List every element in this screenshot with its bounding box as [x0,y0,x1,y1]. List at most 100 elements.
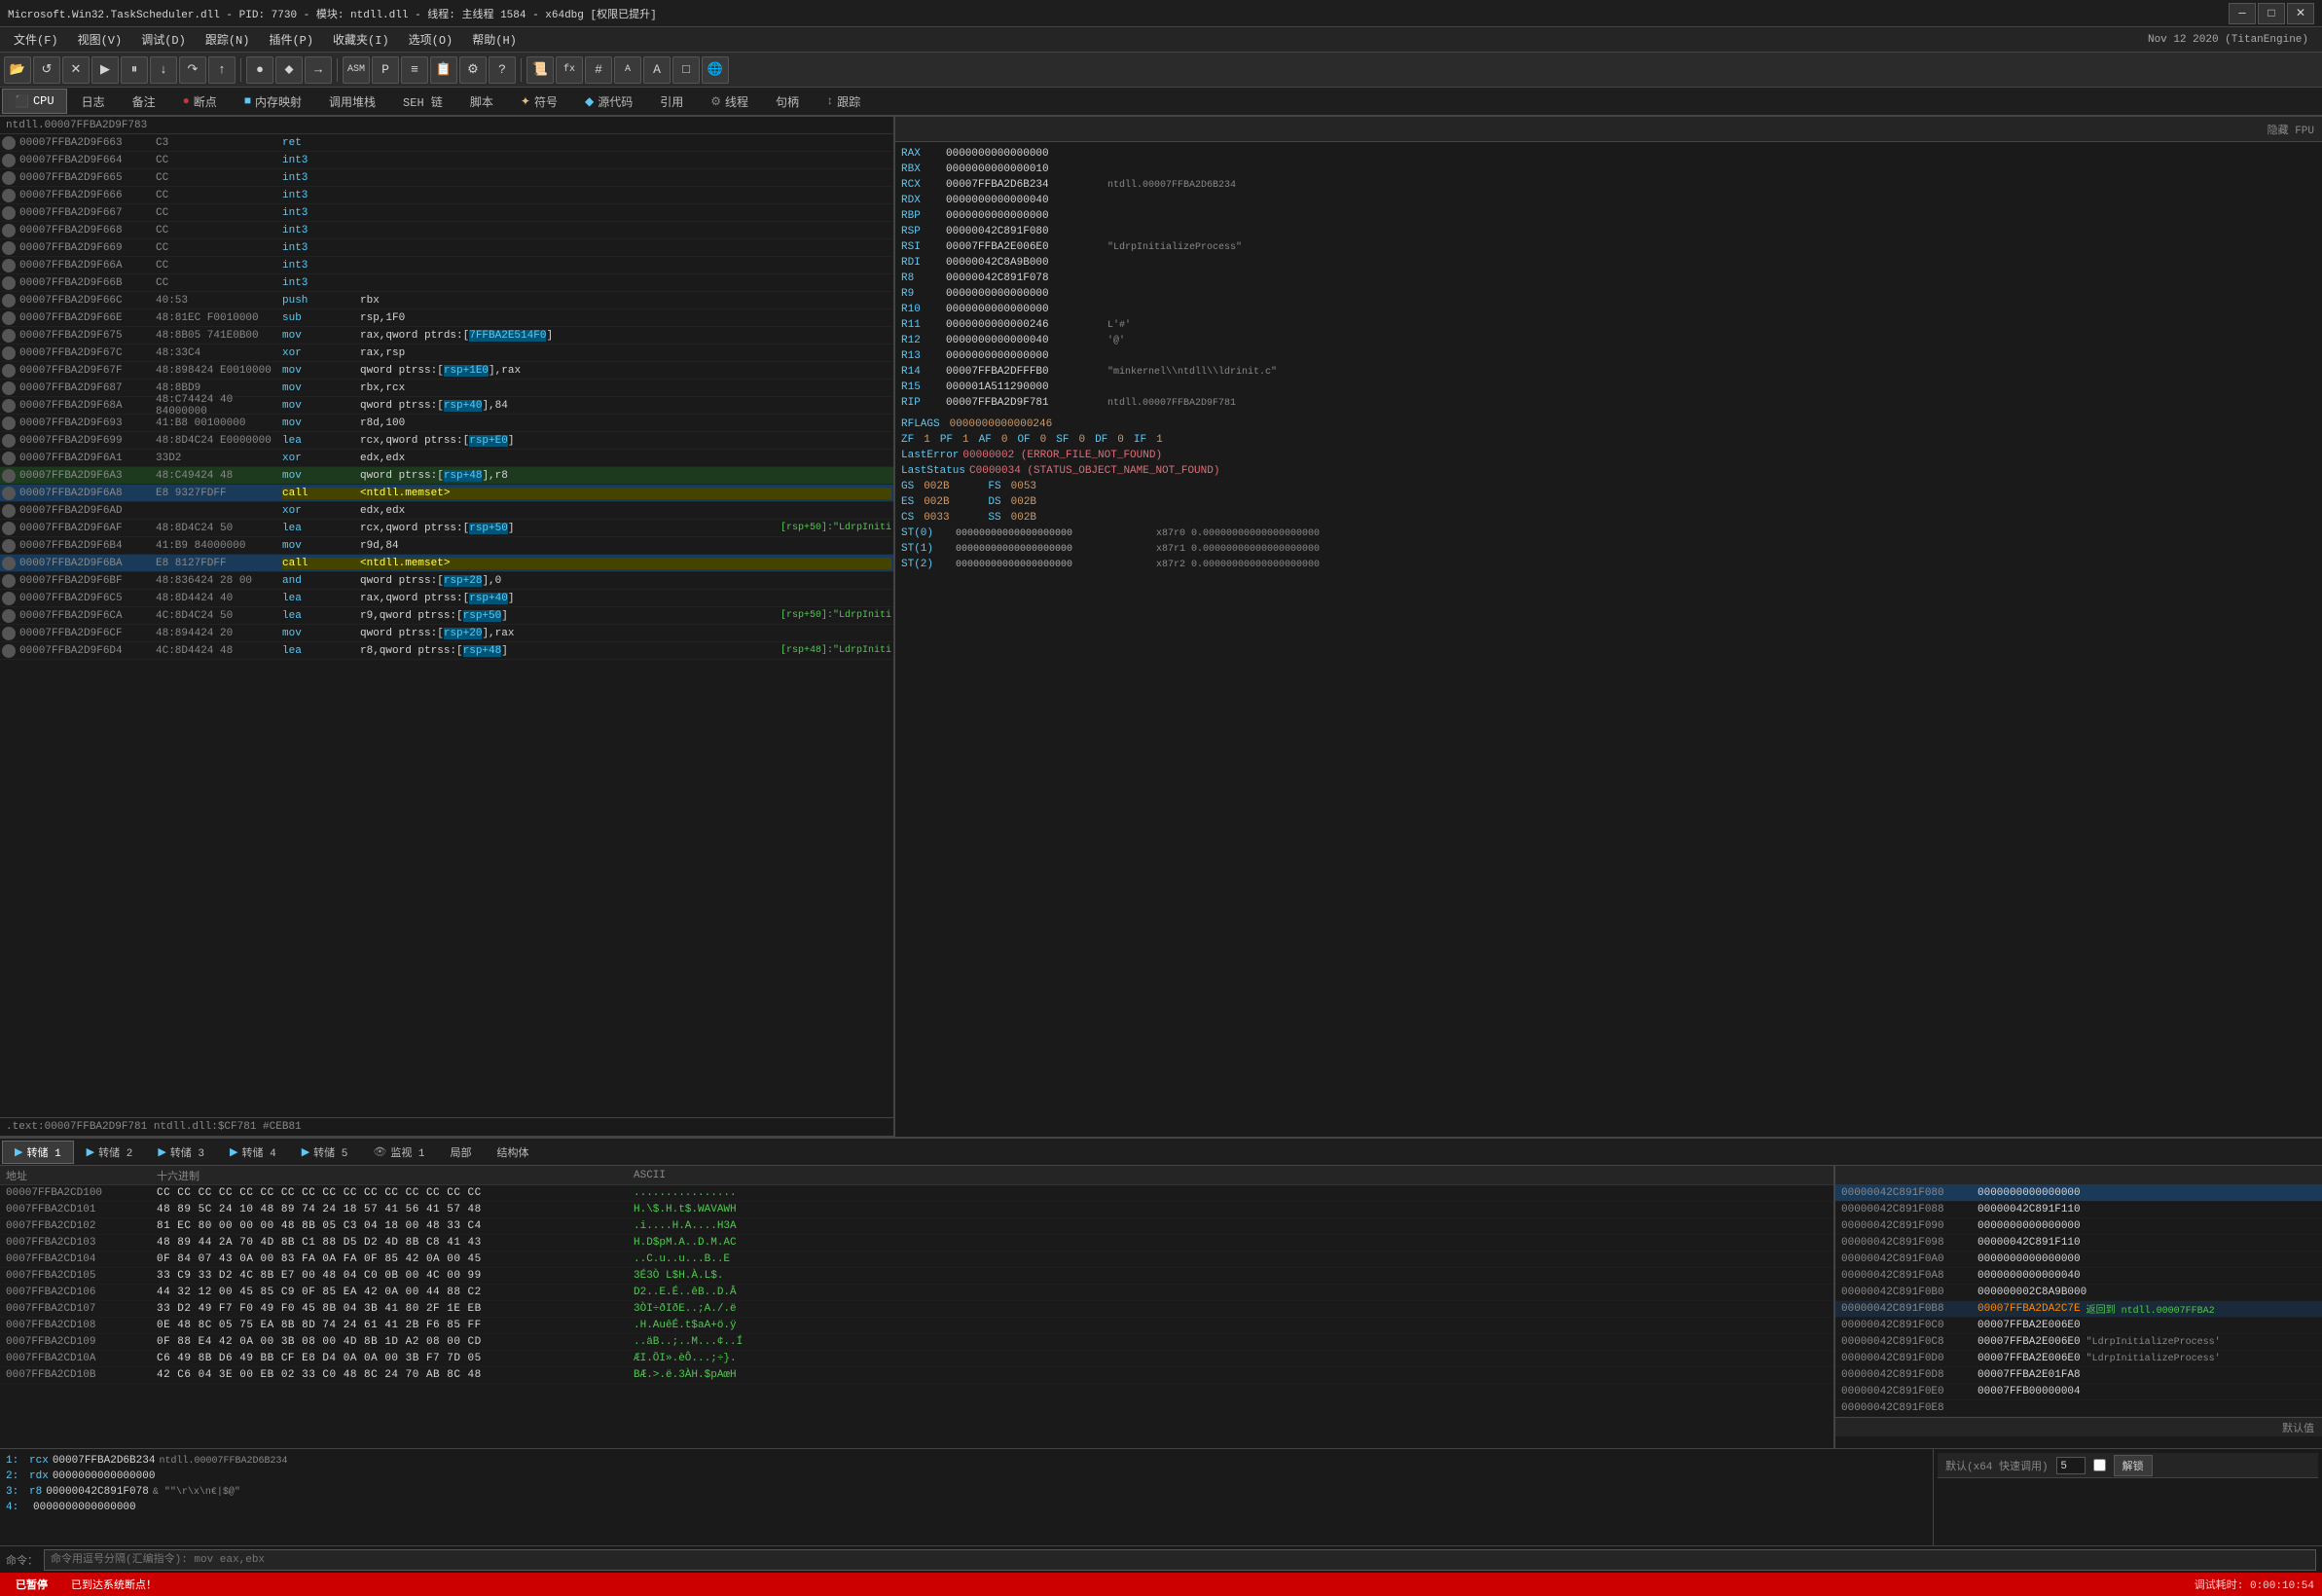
reg-row[interactable]: R120000000000000040'@' [901,333,2316,348]
hex-row[interactable]: 0007FFBA2CD10B42 C6 04 3E 00 EB 02 33 C0… [0,1367,1833,1384]
dump-tab-2[interactable]: ▶ 转储 2 [74,1141,146,1164]
reg-row[interactable]: R110000000000000246L'#' [901,317,2316,333]
menu-view[interactable]: 视图(V) [68,29,132,51]
toolbar-log[interactable]: 📋 [430,56,457,84]
disasm-row[interactable]: 00007FFBA2D9F668CCint3 [0,222,893,239]
toolbar-run[interactable]: ▶ [91,56,119,84]
mem-row[interactable]: 00000042C891F0A80000000000000040 [1835,1268,2322,1285]
toolbar-extra1[interactable]: fx [556,56,583,84]
hex-row[interactable]: 0007FFBA2CD10348 89 44 2A 70 4D 8B C1 88… [0,1235,1833,1251]
reg-row[interactable]: R1400007FFBA2DFFFB0"minkernel\\ntdll\\ld… [901,364,2316,380]
toolbar-step-over[interactable]: ↷ [179,56,206,84]
disasm-row[interactable]: 00007FFBA2D9F6CA4C:8D4C24 50lear9,qword … [0,607,893,625]
menu-trace[interactable]: 跟踪(N) [196,29,260,51]
disasm-row[interactable]: 00007FFBA2D9F69341:B8 00100000movr8d,100 [0,415,893,432]
mem-row[interactable]: 00000042C891F0B800007FFBA2DA2C7E返回到 ntdl… [1835,1301,2322,1318]
tab-references[interactable]: 引用 [647,89,696,114]
hex-row[interactable]: 0007FFBA2CD10AC6 49 8B D6 49 BB CF E8 D4… [0,1351,1833,1367]
disasm-row[interactable]: 00007FFBA2D9F664CCint3 [0,152,893,169]
mem-row[interactable]: 00000042C891F0900000000000000000 [1835,1218,2322,1235]
close-button[interactable]: ✕ [2287,3,2314,24]
dump-tab-1[interactable]: ▶ 转储 1 [2,1141,74,1164]
mem-row[interactable]: 00000042C891F08800000042C891F110 [1835,1202,2322,1218]
watch-row[interactable]: 2: rdx 0000000000000000 [6,1469,1927,1484]
mem-row[interactable]: 00000042C891F0C000007FFBA2E006E0 [1835,1318,2322,1334]
mem-row[interactable]: 00000042C891F09800000042C891F110 [1835,1235,2322,1251]
tab-bp[interactable]: ● 断点 [170,89,230,114]
mem-row[interactable]: 00000042C891F0D800007FFBA2E01FA8 [1835,1367,2322,1384]
toolbar-settings[interactable]: ⚙ [459,56,487,84]
reg-row[interactable]: RCX00007FFBA2D6B234ntdll.00007FFBA2D6B23… [901,177,2316,193]
reg-row[interactable]: RDX0000000000000040 [901,193,2316,208]
hex-row[interactable]: 0007FFBA2CD10733 D2 49 F7 F0 49 F0 45 8B… [0,1301,1833,1318]
disasm-row[interactable]: 00007FFBA2D9F66C40:53pushrbx [0,292,893,309]
watch-row[interactable]: 1: rcx 00007FFBA2D6B234 ntdll.00007FFBA2… [6,1453,1927,1469]
tab-cpu[interactable]: ⬛ CPU [2,89,67,114]
reg-row[interactable]: R100000000000000000 [901,302,2316,317]
dump-tab-5[interactable]: ▶ 转储 5 [289,1141,361,1164]
hex-row[interactable]: 0007FFBA2CD1080E 48 8C 05 75 EA 8B 8D 74… [0,1318,1833,1334]
mem-row[interactable]: 00000042C891F0B0000000002C8A9B000 [1835,1285,2322,1301]
toolbar-patch[interactable]: P [372,56,399,84]
mem-panel[interactable]: 00000042C891F080000000000000000000000042… [1835,1166,2322,1448]
mem-row[interactable]: 00000042C891F0E000007FFB00000004 [1835,1384,2322,1400]
qr-num-input[interactable] [2056,1457,2086,1474]
disasm-row[interactable]: 00007FFBA2D9F6BAE8 8127FDFFcall<ntdll.me… [0,555,893,572]
tab-threads[interactable]: ⚙ 线程 [698,89,761,114]
tab-notes[interactable]: 备注 [120,89,168,114]
toolbar-close[interactable]: ✕ [62,56,90,84]
tab-source[interactable]: ◆ 源代码 [572,89,645,114]
menu-debug[interactable]: 调试(D) [131,29,196,51]
disasm-row[interactable]: 00007FFBA2D9F6B441:B9 84000000movr9d,84 [0,537,893,555]
hex-row[interactable]: 0007FFBA2CD10148 89 5C 24 10 48 89 74 24… [0,1202,1833,1218]
disasm-row[interactable]: 00007FFBA2D9F68748:8BD9movrbx,rcx [0,380,893,397]
disasm-row[interactable]: 00007FFBA2D9F67548:8B05 741E0B00movrax,q… [0,327,893,345]
reg-row[interactable]: RBX0000000000000010 [901,162,2316,177]
toolbar-open[interactable]: 📂 [4,56,31,84]
hex-row[interactable]: 0007FFBA2CD1090F 88 E4 42 0A 00 3B 08 00… [0,1334,1833,1351]
disasm-row[interactable]: 00007FFBA2D9F6A133D2xoredx,edx [0,450,893,467]
watch-row[interactable]: 4: 0000000000000000 [6,1500,1927,1515]
toolbar-bp-hw[interactable]: ⬥ [275,56,303,84]
disasm-row[interactable]: 00007FFBA2D9F669CCint3 [0,239,893,257]
hex-row[interactable]: 00007FFBA2CD100CC CC CC CC CC CC CC CC C… [0,1185,1833,1202]
tab-patches[interactable]: 句柄 [763,89,812,114]
disasm-row[interactable]: 00007FFBA2D9F6D44C:8D4424 48lear8,qword … [0,642,893,660]
dump-tab-local[interactable]: 局部 [438,1141,485,1164]
hex-row[interactable]: 0007FFBA2CD10644 32 12 00 45 85 C9 0F 85… [0,1285,1833,1301]
toolbar-run-to[interactable]: → [305,56,332,84]
reg-row[interactable]: RSP00000042C891F080 [901,224,2316,239]
qr-checkbox[interactable] [2093,1459,2106,1471]
toolbar-restart[interactable]: ↺ [33,56,60,84]
tab-seh[interactable]: SEH 链 [390,89,455,114]
toolbar-extra2[interactable]: # [585,56,612,84]
reg-row[interactable]: R800000042C891F078 [901,271,2316,286]
disasm-row[interactable]: 00007FFBA2D9F6CF48:894424 20movqword ptr… [0,625,893,642]
disasm-row[interactable]: 00007FFBA2D9F67C48:33C4xorrax,rsp [0,345,893,362]
mem-row[interactable]: 00000042C891F0800000000000000000 [1835,1185,2322,1202]
reg-scroll[interactable]: RAX0000000000000000RBX0000000000000010RC… [895,142,2322,1137]
disasm-row[interactable]: 00007FFBA2D9F69948:8D4C24 E0000000learcx… [0,432,893,450]
reg-row[interactable]: R90000000000000000 [901,286,2316,302]
reg-row[interactable]: RBP0000000000000000 [901,208,2316,224]
disasm-row[interactable]: 00007FFBA2D9F666CCint3 [0,187,893,204]
tab-trace[interactable]: ↕ 跟踪 [814,89,873,114]
toolbar-extra5[interactable]: □ [672,56,700,84]
menu-file[interactable]: 文件(F) [4,29,68,51]
toolbar-calc[interactable]: ≡ [401,56,428,84]
dump-tab-3[interactable]: ▶ 转储 3 [145,1141,217,1164]
tab-symbols[interactable]: ✦ 符号 [508,89,570,114]
disasm-row[interactable]: 00007FFBA2D9F66BCCint3 [0,274,893,292]
disasm-row[interactable]: 00007FFBA2D9F6C548:8D4424 40learax,qword… [0,590,893,607]
reg-row[interactable]: RAX0000000000000000 [901,146,2316,162]
toolbar-extra4[interactable]: A [643,56,671,84]
disasm-scroll[interactable]: 00007FFBA2D9F663C3ret00007FFBA2D9F664CCi… [0,134,893,1117]
disasm-row[interactable]: 00007FFBA2D9F6BF48:836424 28 00andqword … [0,572,893,590]
tab-log[interactable]: 日志 [69,89,118,114]
disasm-row[interactable]: 00007FFBA2D9F665CCint3 [0,169,893,187]
tab-callstack[interactable]: 调用堆栈 [316,89,388,114]
toolbar-extra3[interactable]: A [614,56,641,84]
disasm-row[interactable]: 00007FFBA2D9F667CCint3 [0,204,893,222]
menu-help[interactable]: 帮助(H) [462,29,526,51]
disasm-row[interactable]: 00007FFBA2D9F66E48:81EC F0010000subrsp,1… [0,309,893,327]
